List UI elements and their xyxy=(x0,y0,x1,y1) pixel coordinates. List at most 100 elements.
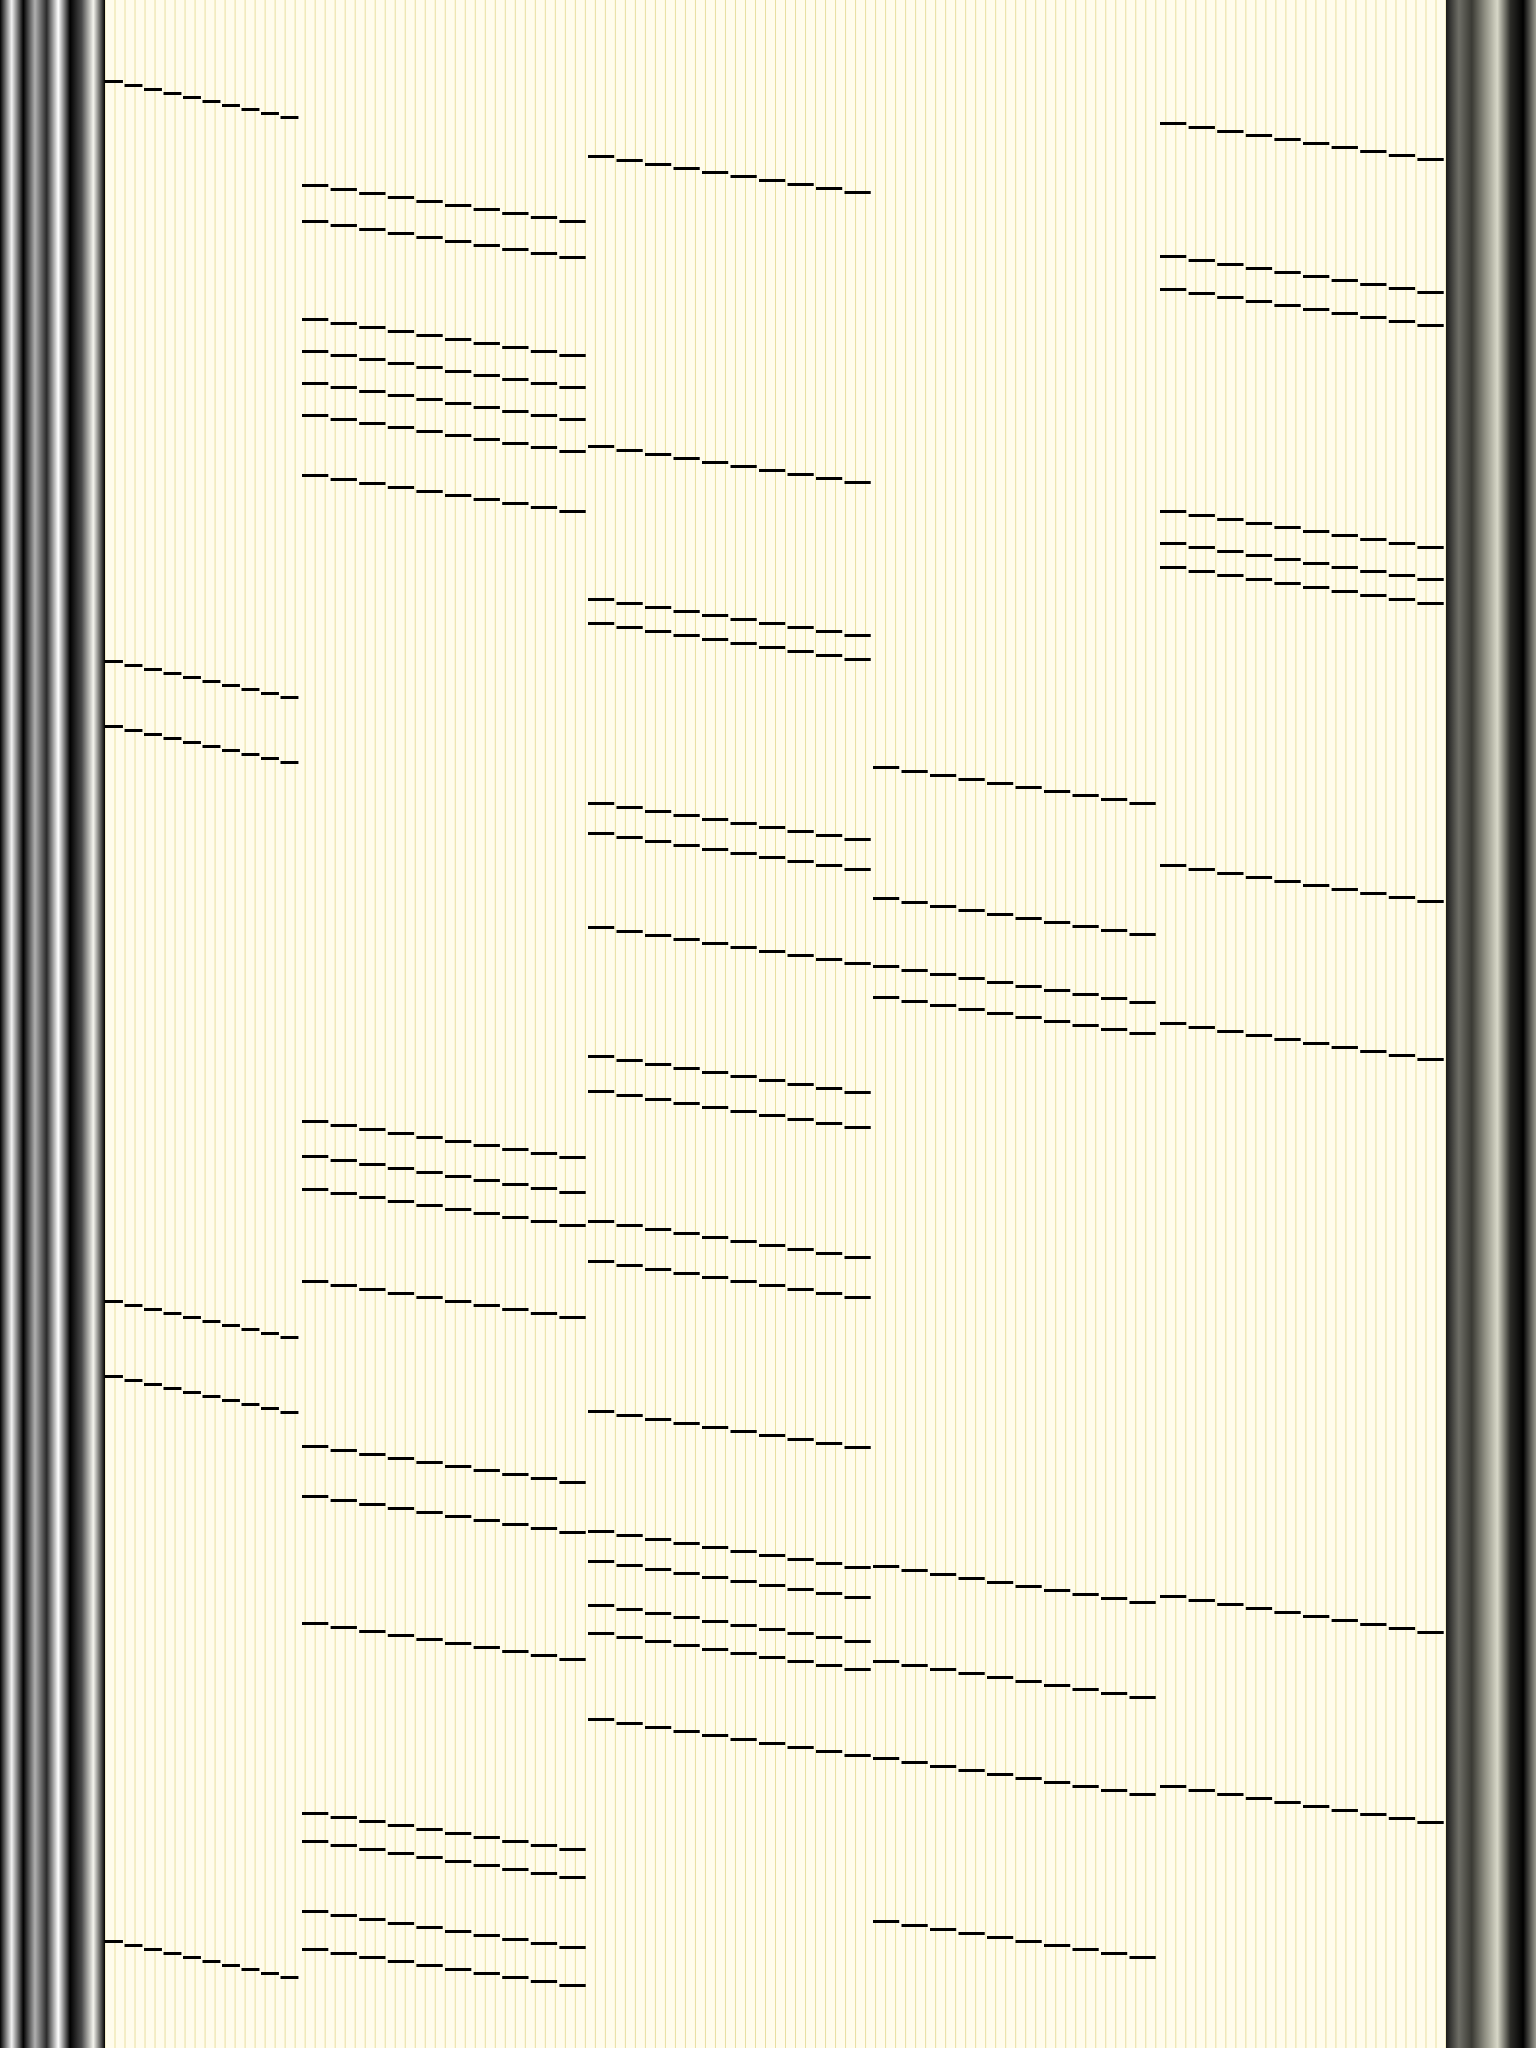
slash-segment xyxy=(302,382,329,385)
slash-segment xyxy=(1188,1789,1215,1792)
slash-segment xyxy=(1245,1034,1273,1037)
slash-segment xyxy=(816,1750,843,1753)
slash-segment xyxy=(202,1320,221,1323)
slash-segment xyxy=(261,692,279,695)
slash-segment xyxy=(1417,324,1444,327)
slash-segment xyxy=(673,167,700,170)
slash-segment xyxy=(1072,1024,1099,1027)
slash-segment xyxy=(202,680,221,683)
slash-segment xyxy=(730,1652,757,1655)
slash-segment xyxy=(280,1411,299,1414)
slash-segment xyxy=(1188,1599,1215,1602)
slash-segment xyxy=(144,733,162,736)
slash-segment xyxy=(1388,1627,1416,1630)
slash-segment xyxy=(559,1481,586,1484)
slash-segment xyxy=(330,1816,357,1819)
slash-segment xyxy=(1044,1020,1071,1023)
slash-segment xyxy=(730,1430,757,1433)
slash-segment xyxy=(1331,279,1358,282)
slash-segment xyxy=(473,1972,500,1975)
slash-segment xyxy=(1044,1684,1071,1687)
slash-segment xyxy=(502,442,529,445)
slash-segment xyxy=(1129,1696,1156,1699)
slash-segment xyxy=(416,430,443,433)
slash-segment xyxy=(816,477,843,480)
slash-segment xyxy=(445,1642,472,1645)
slash-segment xyxy=(387,1960,415,1963)
slash-segment xyxy=(416,1461,443,1464)
slash-segment xyxy=(359,422,386,425)
slash-segment xyxy=(222,684,240,687)
slash-segment xyxy=(901,770,928,773)
slash-segment xyxy=(1331,566,1358,569)
slash-segment xyxy=(787,183,814,186)
slash-segment xyxy=(280,1336,299,1339)
slash-segment xyxy=(330,354,357,357)
slash-segment xyxy=(1417,1821,1444,1824)
slash-segment xyxy=(588,622,615,625)
slash-segment xyxy=(1360,570,1387,573)
slash-segment xyxy=(787,1288,814,1291)
slash-segment xyxy=(958,1577,985,1580)
slash-segment xyxy=(787,1118,814,1121)
slash-segment xyxy=(387,1824,415,1827)
slash-segment xyxy=(359,1288,386,1291)
slash-segment xyxy=(359,1163,386,1166)
slash-segment xyxy=(930,774,957,777)
slash-segment xyxy=(816,1087,843,1090)
slash-segment xyxy=(702,1276,729,1279)
slash-segment xyxy=(1388,1817,1416,1820)
slash-segment xyxy=(844,191,871,194)
slash-segment xyxy=(759,1114,786,1117)
slash-segment xyxy=(816,958,843,961)
slash-segment xyxy=(1015,1680,1042,1683)
slash-segment xyxy=(183,676,201,679)
slash-segment xyxy=(759,179,786,182)
slash-segment xyxy=(1274,1611,1301,1614)
slash-segment xyxy=(816,630,843,633)
slash-segment xyxy=(1217,296,1244,299)
slash-segment xyxy=(588,1220,615,1223)
slash-segment xyxy=(359,1918,386,1921)
slash-segment xyxy=(416,1828,443,1831)
slash-segment xyxy=(702,614,729,617)
slash-segment xyxy=(144,1948,162,1951)
slash-segment xyxy=(987,1012,1014,1015)
slash-segment xyxy=(1044,989,1071,992)
slash-segment xyxy=(530,252,558,255)
slash-segment xyxy=(416,1171,443,1174)
slash-segment xyxy=(530,1872,558,1875)
right-gradient-band xyxy=(1446,0,1536,2048)
slash-segment xyxy=(730,465,757,468)
slash-segment xyxy=(1160,566,1187,569)
slash-segment xyxy=(302,1445,329,1448)
slash-segment xyxy=(330,224,357,227)
slash-segment xyxy=(1044,921,1071,924)
slash-segment xyxy=(588,1090,615,1093)
slash-segment xyxy=(387,1507,415,1510)
slash-segment xyxy=(473,374,500,377)
slash-segment xyxy=(359,228,386,231)
slash-segment xyxy=(1360,283,1387,286)
slash-segment xyxy=(873,1920,900,1923)
slash-segment xyxy=(844,1668,871,1671)
slash-segment xyxy=(702,942,729,945)
slash-segment xyxy=(645,1640,672,1643)
slash-segment xyxy=(673,1232,700,1235)
slash-segment xyxy=(645,1612,672,1615)
slash-segment xyxy=(502,1868,529,1871)
slash-segment xyxy=(787,1083,814,1086)
slash-segment xyxy=(816,1442,843,1445)
slash-segment xyxy=(987,1581,1014,1584)
slash-segment xyxy=(530,1527,558,1530)
slash-segment xyxy=(1129,1032,1156,1035)
slash-segment xyxy=(673,938,700,941)
slash-segment xyxy=(759,826,786,829)
slash-segment xyxy=(1188,126,1215,129)
slash-segment xyxy=(1274,304,1301,307)
slash-segment xyxy=(241,688,260,691)
slash-segment xyxy=(445,240,472,243)
slash-segment xyxy=(816,1292,843,1295)
slash-segment xyxy=(387,196,415,199)
slash-segment xyxy=(473,1304,500,1307)
